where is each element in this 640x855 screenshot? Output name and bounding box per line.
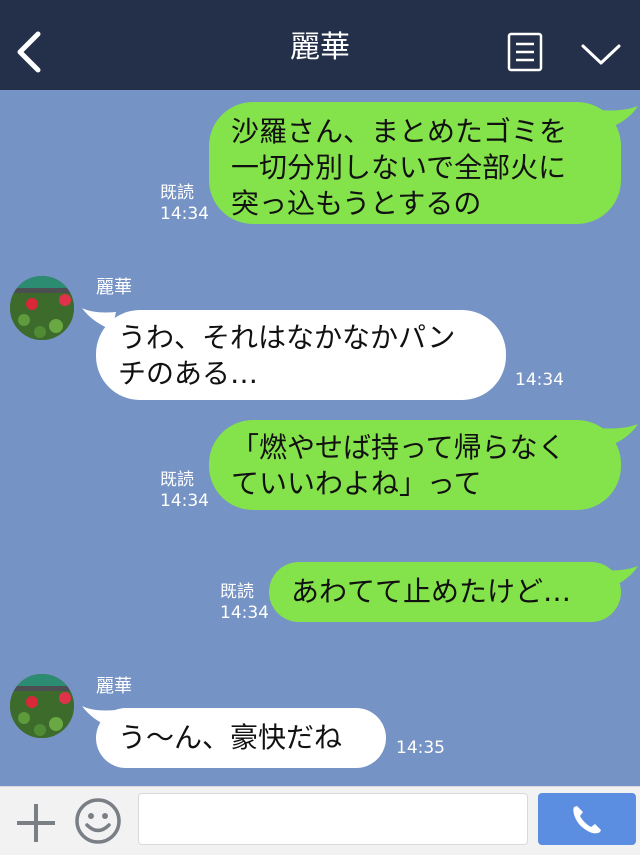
message-input[interactable] [138, 793, 528, 845]
plus-icon[interactable] [14, 801, 58, 845]
message-bubble[interactable]: う～ん、豪快だね [96, 708, 386, 768]
sender-name: 麗華 [96, 277, 132, 298]
message-line: チのある… [118, 357, 259, 390]
input-bar [0, 786, 640, 855]
notes-icon[interactable] [507, 32, 543, 72]
message-time: 14:34 [220, 603, 269, 623]
call-button[interactable] [538, 793, 636, 845]
sender-name: 麗華 [96, 676, 132, 697]
avatar[interactable] [10, 276, 74, 340]
avatar-image [10, 674, 74, 738]
avatar[interactable] [10, 674, 74, 738]
message-time: 14:34 [160, 491, 209, 511]
message-line: あわてて止めたけど… [291, 575, 572, 608]
message-time: 14:34 [515, 370, 564, 390]
message-line: 沙羅さん、まとめたゴミを [231, 115, 568, 148]
chevron-down-icon[interactable] [580, 40, 622, 68]
message-bubble[interactable]: うわ、それはなかなかパン チのある… [96, 310, 506, 400]
chat-header: 麗華 [0, 0, 640, 90]
message-line: 突っ込もうとするの [231, 187, 482, 220]
message-bubble[interactable]: あわてて止めたけど… [269, 562, 621, 622]
message-bubble[interactable]: 「燃やせば持って帰らなく ていいわよね」って [209, 420, 621, 510]
message-line: 一切分別しないで全部火に [231, 151, 567, 184]
message-line: ていいわよね」って [231, 467, 482, 500]
bubble-tail [598, 106, 638, 130]
phone-icon [573, 806, 601, 834]
message-time: 14:34 [160, 204, 209, 224]
read-status: 既読 [160, 470, 194, 490]
read-status: 既読 [160, 183, 194, 203]
message-line: う～ん、豪快だね [118, 721, 343, 754]
message-line: うわ、それはなかなかパン [118, 321, 456, 354]
avatar-image [10, 276, 74, 340]
bubble-tail [598, 566, 638, 590]
bubble-tail [598, 424, 638, 448]
message-line: 「燃やせば持って帰らなく [231, 431, 566, 464]
smiley-icon[interactable] [74, 797, 122, 845]
read-status: 既読 [220, 582, 254, 602]
message-bubble[interactable]: 沙羅さん、まとめたゴミを 一切分別しないで全部火に 突っ込もうとするの [209, 102, 621, 224]
message-time: 14:35 [396, 738, 445, 758]
chat-title: 麗華 [290, 30, 350, 65]
